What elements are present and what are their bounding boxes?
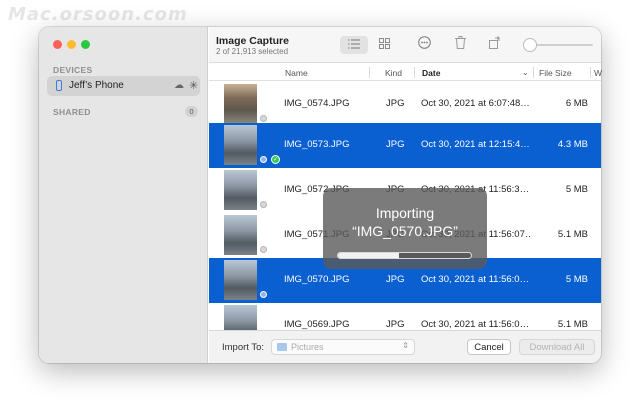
import-destination-select[interactable]: Pictures ⇕ [271, 339, 415, 355]
download-status-icon [260, 115, 267, 122]
selection-count: 2 of 21,913 selected [216, 47, 289, 56]
column-divider [590, 67, 591, 78]
photo-thumbnail [224, 260, 257, 300]
sidebar: DEVICES Jeff’s Phone ☁ ✳ SHARED 0 [39, 27, 208, 363]
rotate-button[interactable] [485, 36, 505, 54]
progress-file-name: “IMG_0570.JPG” [352, 223, 458, 239]
photo-thumbnail [224, 84, 257, 124]
watermark-text: Mac.orsoon.com [8, 4, 188, 25]
file-name: IMG_0569.JPG [284, 319, 350, 330]
loading-spinner-icon: ✳ [189, 80, 199, 92]
column-header-name[interactable]: Name [285, 68, 308, 78]
toolbar-content: Image Capture 2 of 21,913 selected [209, 27, 601, 63]
file-kind: JPG [386, 319, 405, 330]
file-kind: JPG [386, 139, 405, 150]
column-header-file-size[interactable]: File Size [539, 68, 572, 78]
more-options-button[interactable] [414, 36, 434, 54]
app-title: Image Capture [216, 35, 289, 47]
file-size: 5 MB [565, 184, 588, 195]
file-date: Oct 30, 2021 at 6:07:48… [421, 98, 530, 109]
download-status-icon [260, 156, 267, 163]
file-size: 5.1 MB [557, 229, 588, 240]
shared-heading: SHARED [53, 107, 91, 117]
file-kind: JPG [386, 274, 405, 285]
column-divider [414, 67, 415, 78]
iphone-icon [56, 80, 62, 91]
import-to-label: Import To: [222, 342, 265, 353]
table-row[interactable]: ✓ IMG_0573.JPG JPG Oct 30, 2021 at 12:15… [209, 123, 601, 168]
import-progress-bar [337, 252, 472, 259]
file-size: 4.3 MB [557, 139, 588, 150]
list-view-button[interactable] [340, 36, 368, 54]
cancel-button[interactable]: Cancel [467, 339, 511, 355]
device-name-label: Jeff’s Phone [69, 80, 124, 91]
import-progress-fill [338, 253, 400, 258]
file-size: 5 MB [565, 274, 588, 285]
import-footer: Import To: Pictures ⇕ Cancel Download Al… [209, 330, 601, 363]
file-date: Oct 30, 2021 at 11:56:0… [421, 319, 530, 330]
thumbnail-size-slider-thumb[interactable] [523, 38, 537, 52]
file-kind: JPG [386, 98, 405, 109]
photo-thumbnail [224, 170, 257, 210]
column-header-kind[interactable]: Kind [385, 68, 402, 78]
table-row[interactable]: IMG_0569.JPG JPG Oct 30, 2021 at 11:56:0… [209, 303, 601, 330]
downloaded-checkmark-icon: ✓ [271, 155, 280, 164]
file-name: IMG_0573.JPG [284, 139, 350, 150]
table-row[interactable]: IMG_0574.JPG JPG Oct 30, 2021 at 6:07:48… [209, 82, 601, 127]
import-destination-value: Pictures [291, 342, 324, 352]
file-name: IMG_0574.JPG [284, 98, 350, 109]
grid-view-button[interactable] [373, 36, 395, 54]
file-size: 6 MB [565, 98, 588, 109]
column-header-date[interactable]: Date [422, 68, 440, 78]
folder-icon [277, 343, 287, 351]
maximize-window-button[interactable] [81, 40, 90, 49]
minimize-window-button[interactable] [67, 40, 76, 49]
photo-thumbnail [224, 215, 257, 255]
column-divider [533, 67, 534, 78]
close-window-button[interactable] [53, 40, 62, 49]
import-progress-overlay: Importing “IMG_0570.JPG” [323, 188, 487, 269]
more-icon [417, 36, 431, 49]
download-status-icon [260, 246, 267, 253]
trash-icon [454, 36, 466, 49]
file-date: Oct 30, 2021 at 12:15:4… [421, 139, 530, 150]
delete-button[interactable] [450, 36, 470, 54]
rotate-icon [488, 36, 500, 49]
cloud-icon: ☁ [174, 80, 184, 91]
download-all-button[interactable]: Download All [519, 339, 595, 355]
download-status-icon [260, 291, 267, 298]
sidebar-item-device[interactable]: Jeff’s Phone ☁ ✳ [47, 76, 200, 96]
grid-view-icon [378, 38, 390, 49]
devices-heading: DEVICES [53, 65, 93, 75]
column-header-extra[interactable]: W [594, 68, 602, 78]
table-header: Name Kind Date ⌄ File Size W [209, 64, 602, 81]
file-name: IMG_0570.JPG [284, 274, 350, 285]
thumbnail-size-slider-track[interactable] [529, 44, 593, 46]
chevron-up-down-icon: ⇕ [402, 341, 409, 350]
list-view-icon [348, 39, 360, 49]
download-status-icon [260, 201, 267, 208]
column-divider [369, 67, 370, 78]
photo-thumbnail [224, 125, 257, 165]
progress-title: Importing [375, 205, 435, 221]
shared-count-badge: 0 [185, 106, 198, 117]
photo-thumbnail [224, 305, 257, 330]
sort-chevron-down-icon: ⌄ [522, 68, 529, 77]
file-size: 5.1 MB [557, 319, 588, 330]
file-date: Oct 30, 2021 at 11:56:0… [421, 274, 530, 285]
